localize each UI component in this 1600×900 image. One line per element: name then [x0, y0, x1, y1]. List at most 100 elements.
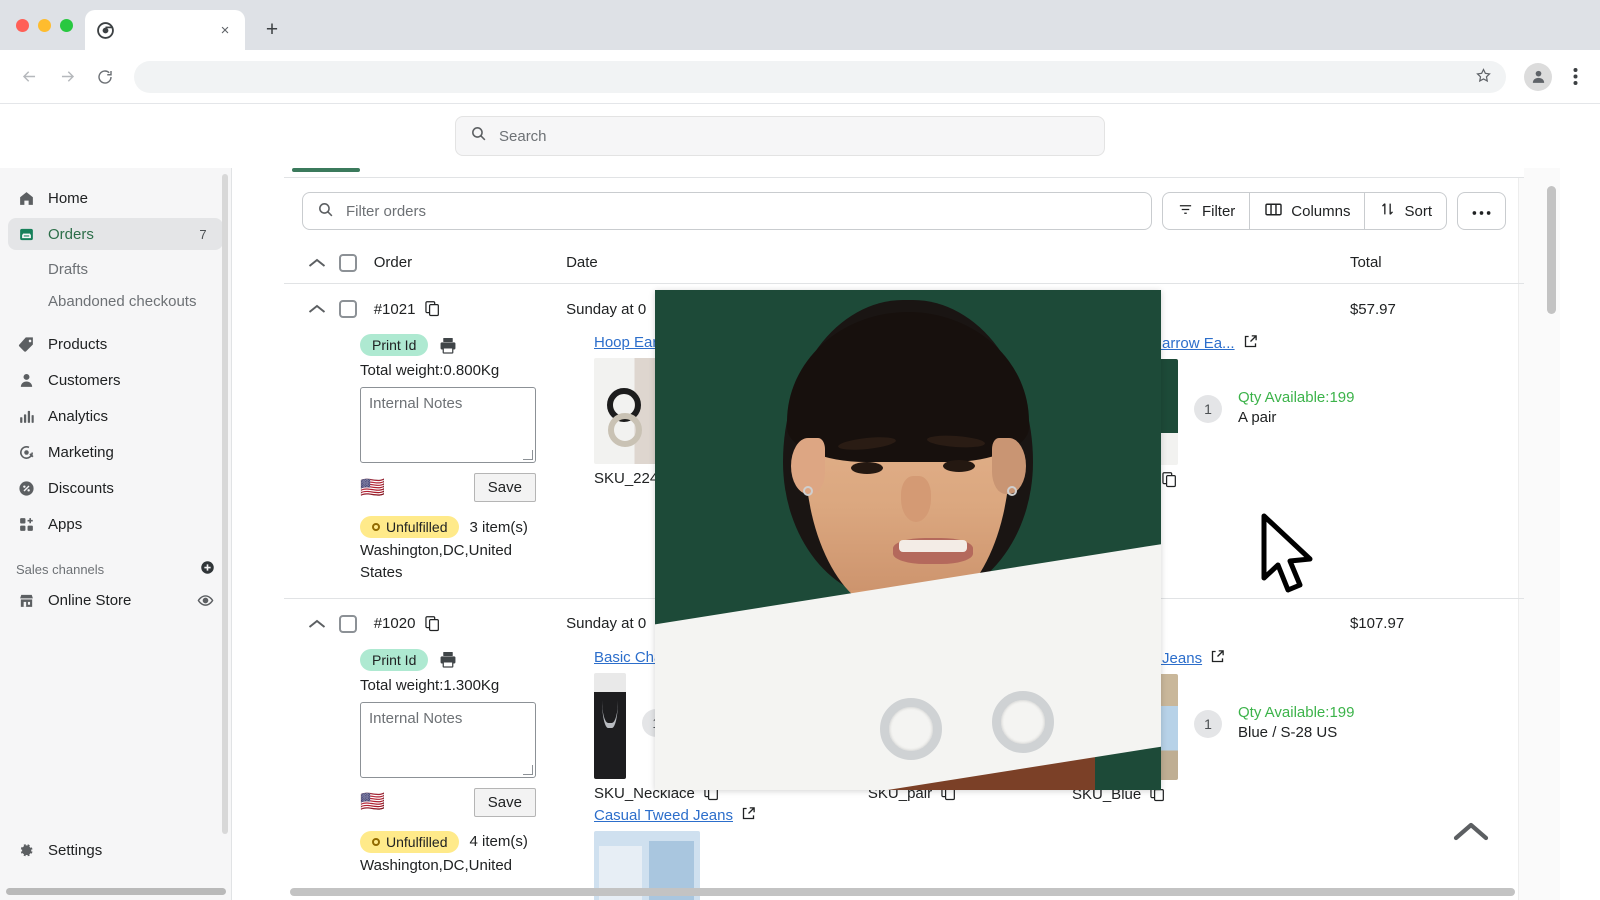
sort-button-label: Sort	[1404, 202, 1432, 220]
columns-button-label: Columns	[1291, 202, 1351, 220]
save-row: 🇺🇸 Save	[360, 473, 536, 502]
sidebar-item-apps[interactable]: Apps	[8, 508, 223, 540]
sidebar-item-home[interactable]: Home	[8, 182, 223, 214]
copy-icon[interactable]	[425, 301, 440, 317]
header-order[interactable]: Order	[364, 254, 566, 271]
preview-right-eye	[943, 460, 975, 472]
sidebar-item-label: Home	[48, 189, 89, 207]
sidebar-item-label: Discounts	[48, 479, 114, 497]
save-button[interactable]: Save	[473, 787, 536, 817]
status-badge-label: Unfulfilled	[386, 519, 448, 535]
window-maximize-button[interactable]	[60, 18, 73, 32]
shipping-address-text: Washington,DC,United States	[360, 542, 513, 581]
external-link-icon[interactable]	[1210, 649, 1225, 668]
sidebar-vertical-scrollbar[interactable]	[222, 174, 228, 834]
copy-icon[interactable]	[1162, 471, 1177, 488]
order-row-checkbox[interactable]	[333, 300, 364, 318]
sidebar-item-customers[interactable]: Customers	[8, 364, 223, 396]
collapse-all-chevron-up-icon[interactable]	[302, 257, 333, 269]
sidebar: Home Orders 7 Drafts Abandoned checkouts	[0, 168, 232, 900]
reload-icon[interactable]	[88, 60, 122, 94]
order-id-text: #1021	[373, 300, 416, 318]
sidebar-item-abandoned-checkouts[interactable]: Abandoned checkouts	[8, 286, 223, 316]
storefront-icon	[16, 590, 36, 610]
order-collapse-chevron-up-icon[interactable]	[302, 303, 333, 315]
header-total[interactable]: Total	[1342, 254, 1506, 271]
browser-chrome: × +	[0, 0, 1600, 104]
sidebar-item-label: Products	[48, 335, 108, 353]
percent-badge-icon	[16, 478, 36, 498]
sidebar-item-online-store[interactable]: Online Store	[8, 584, 223, 616]
orders-count-badge: 7	[191, 224, 215, 244]
preview-hoop-earring-left	[880, 698, 942, 760]
window-traffic-lights	[14, 0, 85, 50]
printer-icon[interactable]	[438, 650, 458, 669]
order-collapse-chevron-up-icon[interactable]	[302, 618, 333, 630]
external-link-icon[interactable]	[741, 806, 756, 825]
back-arrow-icon[interactable]	[12, 60, 46, 94]
order-id-cell[interactable]: #1021	[364, 301, 566, 318]
sort-arrows-icon	[1379, 201, 1396, 221]
plus-circle-icon[interactable]	[200, 560, 215, 578]
select-all-checkbox[interactable]	[333, 253, 364, 272]
print-id-button[interactable]: Print Id	[360, 334, 429, 356]
filter-button[interactable]: Filter	[1161, 192, 1251, 230]
window-minimize-button[interactable]	[38, 18, 51, 32]
save-button[interactable]: Save	[473, 473, 536, 502]
sidebar-item-settings[interactable]: Settings	[8, 834, 223, 866]
total-weight-text: Total weight:0.800Kg	[360, 362, 500, 379]
header-date[interactable]: Date	[566, 254, 906, 271]
status-badge: Unfulfilled	[360, 830, 460, 853]
sidebar-item-discounts[interactable]: Discounts	[8, 472, 223, 504]
filter-lines-icon	[1177, 202, 1194, 221]
columns-button[interactable]: Columns	[1250, 192, 1366, 230]
sidebar-item-orders[interactable]: Orders 7	[8, 218, 223, 250]
close-icon[interactable]: ×	[215, 20, 235, 40]
sidebar-item-label: Marketing	[48, 443, 114, 461]
sidebar-item-label: Analytics	[48, 407, 109, 425]
content-vertical-scrollbar[interactable]	[1547, 186, 1556, 314]
bookmark-star-icon[interactable]	[1475, 67, 1492, 87]
window-close-button[interactable]	[16, 18, 29, 32]
product-link[interactable]: Casual Tweed Jeans	[594, 806, 756, 825]
quantity-badge: 1	[1194, 709, 1222, 738]
forward-arrow-icon[interactable]	[50, 60, 84, 94]
search-input[interactable]: Search	[455, 116, 1105, 156]
sidebar-item-products[interactable]: Products	[8, 328, 223, 360]
profile-avatar-icon[interactable]	[1524, 62, 1552, 91]
order-row-checkbox[interactable]	[333, 614, 364, 633]
internal-notes-textarea[interactable]: Internal Notes	[360, 387, 536, 463]
printer-icon[interactable]	[438, 336, 458, 355]
preview-teeth	[899, 540, 967, 552]
sidebar-item-label: Apps	[48, 515, 83, 533]
sidebar-item-analytics[interactable]: Analytics	[8, 400, 223, 432]
sidebar-item-label: Orders	[48, 225, 94, 243]
internal-notes-textarea[interactable]: Internal Notes	[360, 701, 536, 778]
sidebar-horizontal-scrollbar[interactable]	[6, 888, 226, 895]
sidebar-subitem-label: Abandoned checkouts	[48, 292, 197, 310]
order-id-cell[interactable]: #1020	[364, 615, 566, 632]
product-image-preview-popup	[655, 290, 1161, 790]
browser-toolbar	[0, 50, 1600, 104]
filter-orders-input[interactable]: Filter orders	[302, 192, 1152, 230]
address-bar[interactable]	[134, 60, 1506, 93]
more-actions-button[interactable]	[1457, 192, 1506, 230]
quantity-badge: 1	[1194, 395, 1222, 423]
print-id-button[interactable]: Print Id	[360, 648, 429, 671]
preview-left-eye	[851, 462, 883, 474]
eye-icon[interactable]	[195, 590, 215, 610]
copy-icon[interactable]	[425, 615, 440, 632]
content-horizontal-scrollbar[interactable]	[290, 888, 1515, 896]
preview-hoop-earring-right	[992, 691, 1054, 753]
product-thumbnail[interactable]	[594, 672, 627, 779]
sort-button[interactable]: Sort	[1365, 192, 1447, 230]
sidebar-item-marketing[interactable]: Marketing	[8, 436, 223, 468]
browser-tab[interactable]: ×	[85, 10, 245, 50]
sidebar-item-drafts[interactable]: Drafts	[8, 254, 223, 284]
external-link-icon[interactable]	[1243, 334, 1258, 353]
kebab-menu-icon[interactable]	[1562, 64, 1588, 90]
app-page: Search Home Orders 7 Drafts Abandoned ch…	[0, 104, 1600, 900]
order-id-text: #1020	[373, 615, 416, 632]
scroll-to-top-button[interactable]	[1452, 819, 1490, 848]
new-tab-button[interactable]: +	[255, 13, 289, 47]
